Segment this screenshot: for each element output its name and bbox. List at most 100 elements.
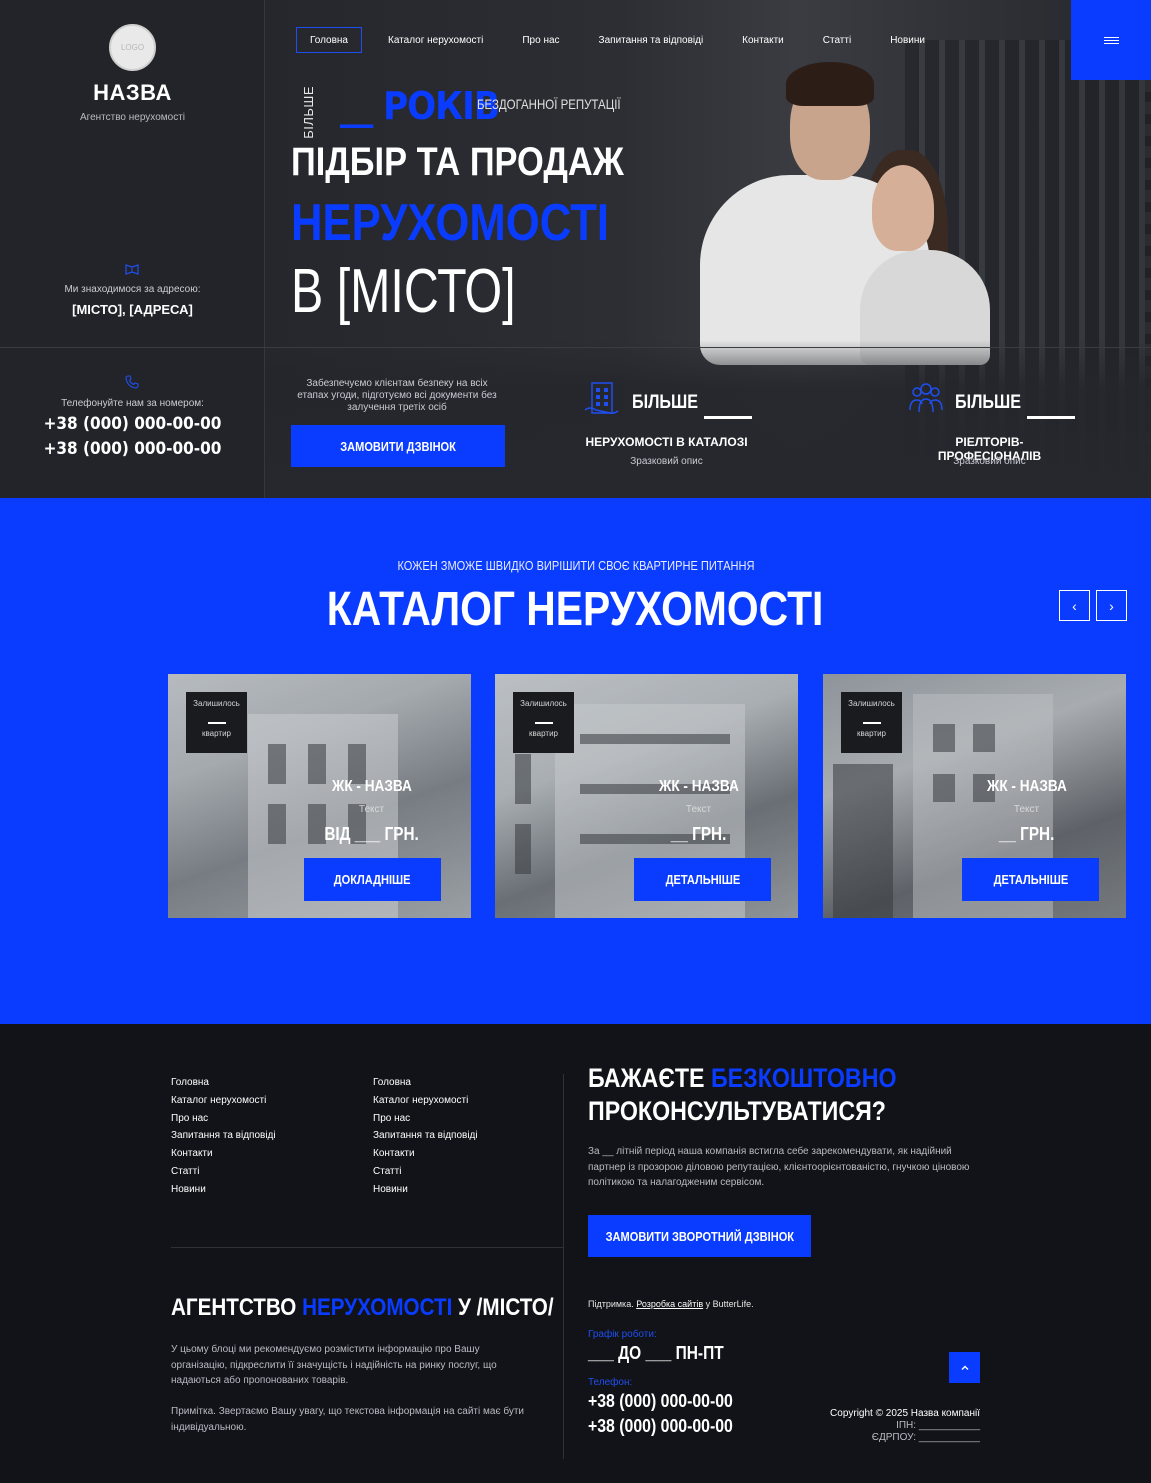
- footer-link-news[interactable]: Новини: [171, 1184, 276, 1202]
- property-card[interactable]: Залишилось квартир ЖК - НАЗВА Текст __ Г…: [495, 674, 798, 918]
- phone-number[interactable]: +38 (000) 000-00-00: [0, 439, 265, 459]
- chevron-left-icon: ‹: [1072, 597, 1077, 614]
- nav-item-faq[interactable]: Запитання та відповіді: [586, 27, 717, 53]
- chevron-right-icon: ›: [1109, 597, 1114, 614]
- divider: [171, 1247, 563, 1248]
- property-name-text: ЖК - НАЗВА: [658, 778, 739, 795]
- menu-button[interactable]: [1071, 0, 1151, 80]
- couple-image: [872, 165, 934, 251]
- logo-text: LOGO: [120, 43, 145, 52]
- logo[interactable]: LOGO: [109, 24, 156, 71]
- property-price: __ ГРН.: [631, 824, 766, 845]
- support-suffix: у ButterLife.: [705, 1299, 754, 1309]
- catalog-title: КАТАЛОГ НЕРУХОМОСТІ: [0, 582, 1151, 637]
- footer-links-col1: Головна Каталог нерухомості Про нас Запи…: [171, 1077, 276, 1202]
- support-prefix: Підтримка.: [588, 1299, 634, 1309]
- nav-item-articles[interactable]: Статті: [810, 27, 864, 53]
- footer-link-articles[interactable]: Статті: [373, 1166, 478, 1184]
- details-label: ДЕТАЛЬНІШЕ: [665, 872, 740, 887]
- apartments-left-badge: Залишилось квартир: [186, 692, 247, 753]
- next-button[interactable]: ›: [1096, 590, 1127, 621]
- details-button[interactable]: ДЕТАЛЬНІШЕ: [962, 858, 1099, 901]
- footer-link-catalog[interactable]: Каталог нерухомості: [171, 1095, 276, 1113]
- consult-title-part1: БАЖАЄТЕ: [588, 1063, 711, 1093]
- footer-link-contacts[interactable]: Контакти: [171, 1148, 276, 1166]
- details-button[interactable]: ДЕТАЛЬНІШЕ: [634, 858, 771, 901]
- stat-description: Зразковий опис: [630, 456, 703, 467]
- agency-title-part3: У /МІСТО/: [452, 1294, 554, 1321]
- badge-top-label: Залишилось: [848, 699, 895, 708]
- consult-text: За __ літній період наша компанія встигл…: [588, 1146, 970, 1188]
- agency-title-part1: АГЕНТСТВО: [171, 1294, 303, 1321]
- footer-link-news[interactable]: Новини: [373, 1184, 478, 1202]
- property-card[interactable]: Залишилось квартир ЖК - НАЗВА Текст __ Г…: [823, 674, 1126, 918]
- footer-link-articles[interactable]: Статті: [171, 1166, 276, 1184]
- property-name: ЖК - НАЗВА: [959, 778, 1094, 796]
- order-call-button[interactable]: ЗАМОВИТИ ДЗВІНОК: [291, 425, 505, 467]
- support-line: Підтримка. Розробка сайтів у ButterLife.: [588, 1299, 754, 1309]
- edrpou-line: ЄДРПОУ: ___________: [871, 1432, 980, 1443]
- consult-title: БАЖАЄТЕ БЕЗКОШТОВНО ПРОКОНСУЛЬТУВАТИСЯ?: [588, 1062, 897, 1128]
- property-price-text: __ ГРН.: [998, 824, 1055, 844]
- nav-item-contacts[interactable]: Контакти: [729, 27, 797, 53]
- stat-description: Зразковий опис: [953, 456, 1026, 467]
- property-name: ЖК - НАЗВА: [304, 778, 439, 796]
- copyright: Copyright © 2025 Назва компанії: [830, 1408, 980, 1419]
- catalog-subtitle-text: КОЖЕН ЗМОЖЕ ШВИДКО ВИРІШИТИ СВОЄ КВАРТИР…: [396, 558, 754, 573]
- property-card[interactable]: Залишилось квартир ЖК - НАЗВА Текст ВІД …: [168, 674, 471, 918]
- nav-item-about[interactable]: Про нас: [509, 27, 572, 53]
- details-button[interactable]: ДОКЛАДНІШЕ: [304, 858, 441, 901]
- divider: [0, 347, 1151, 348]
- catalog-title-text: КАТАЛОГ НЕРУХОМОСТІ: [327, 583, 824, 636]
- nav-item-news[interactable]: Новини: [877, 27, 938, 53]
- property-text: Текст: [1013, 804, 1040, 815]
- years-count: __ РОКІВ: [340, 84, 500, 128]
- property-price: __ ГРН.: [959, 824, 1094, 845]
- phone-icon: [124, 375, 140, 391]
- apartments-left-badge: Залишилось квартир: [841, 692, 902, 753]
- catalog-subtitle: КОЖЕН ЗМОЖЕ ШВИДКО ВИРІШИТИ СВОЄ КВАРТИР…: [0, 558, 1151, 573]
- schedule-label: Графік роботи:: [588, 1329, 657, 1340]
- footer-phone[interactable]: +38 (000) 000-00-00: [588, 1391, 733, 1412]
- hero-title-line1: ПІДБІР ТА ПРОДАЖ: [291, 140, 624, 184]
- hero-title-line3: В [МІСТО]: [291, 257, 516, 326]
- property-price-text: __ ГРН.: [670, 824, 727, 844]
- consult-title-part3: ПРОКОНСУЛЬТУВАТИСЯ?: [588, 1096, 886, 1126]
- buildings-icon: [584, 380, 622, 418]
- brand-subtitle: Агентство нерухомості: [80, 112, 185, 123]
- footer-phone[interactable]: +38 (000) 000-00-00: [588, 1416, 733, 1437]
- catalog-section: КОЖЕН ЗМОЖЕ ШВИДКО ВИРІШИТИ СВОЄ КВАРТИР…: [0, 498, 1151, 1024]
- brand-name: НАЗВА: [93, 80, 172, 105]
- reputation-label: БЕЗДОГАННОЇ РЕПУТАЦІЇ: [477, 96, 621, 112]
- footer-link-home[interactable]: Головна: [373, 1077, 478, 1095]
- callback-button[interactable]: ЗАМОВИТИ ЗВОРОТНИЙ ДЗВІНОК: [588, 1215, 811, 1257]
- stat-title: НЕРУХОМОСТІ В КАТАЛОЗІ: [585, 435, 748, 449]
- footer-links-col2: Головна Каталог нерухомості Про нас Запи…: [373, 1077, 478, 1202]
- footer-link-home[interactable]: Головна: [171, 1077, 276, 1095]
- footer: Головна Каталог нерухомості Про нас Запи…: [0, 1024, 1151, 1483]
- footer-link-contacts[interactable]: Контакти: [373, 1148, 478, 1166]
- hero-fade: [265, 340, 1151, 498]
- apartments-left-badge: Залишилось квартир: [513, 692, 574, 753]
- phone-number[interactable]: +38 (000) 000-00-00: [0, 414, 265, 434]
- stat-more-label: БІЛЬШЕ: [632, 392, 699, 413]
- more-vertical-label: БІЛЬШЕ: [301, 86, 316, 139]
- support-link[interactable]: Розробка сайтів: [636, 1299, 703, 1309]
- footer-link-about[interactable]: Про нас: [171, 1113, 276, 1131]
- nav-item-home[interactable]: Головна: [296, 27, 362, 53]
- hero-title-line2: НЕРУХОМОСТІ: [291, 194, 610, 252]
- badge-count-placeholder: [534, 722, 553, 724]
- property-name-text: ЖК - НАЗВА: [986, 778, 1067, 795]
- nav-item-catalog[interactable]: Каталог нерухомості: [375, 27, 496, 53]
- ipn-line: ІПН: ___________: [896, 1420, 980, 1431]
- schedule-value: ___ ДО ___ ПН-ПТ: [588, 1343, 724, 1363]
- agency-text: У цьому блоці ми рекомендуємо розмістити…: [171, 1344, 497, 1386]
- prev-button[interactable]: ‹: [1059, 590, 1090, 621]
- footer-link-about[interactable]: Про нас: [373, 1113, 478, 1131]
- footer-link-faq[interactable]: Запитання та відповіді: [373, 1130, 478, 1148]
- agency-note: Примітка. Звертаємо Вашу увагу, що текст…: [171, 1406, 525, 1433]
- badge-top-label: Залишилось: [520, 699, 567, 708]
- footer-link-catalog[interactable]: Каталог нерухомості: [373, 1095, 478, 1113]
- footer-link-faq[interactable]: Запитання та відповіді: [171, 1130, 276, 1148]
- scroll-to-top-button[interactable]: [949, 1352, 980, 1383]
